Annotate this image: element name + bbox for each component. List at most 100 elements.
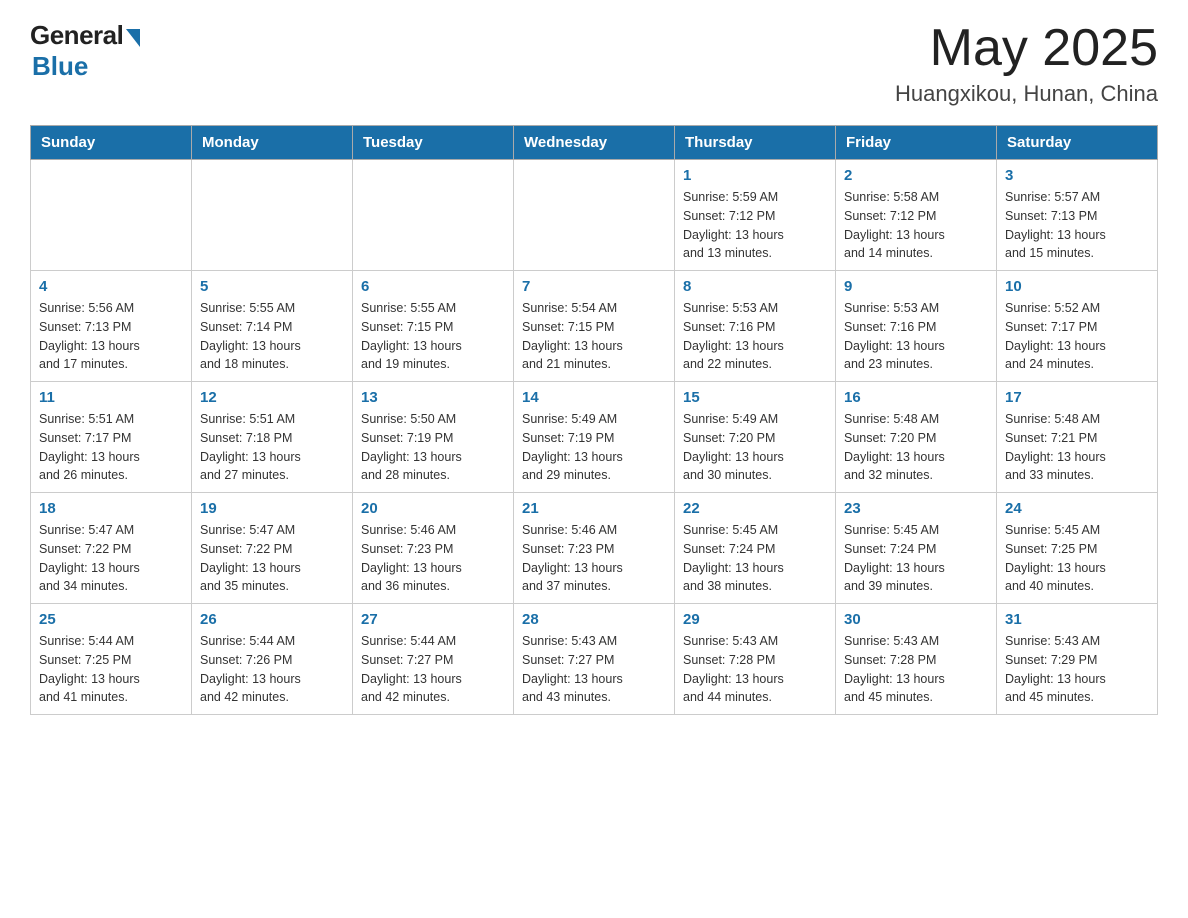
weekday-header-tuesday: Tuesday bbox=[353, 126, 514, 160]
calendar-cell: 29Sunrise: 5:43 AMSunset: 7:28 PMDayligh… bbox=[675, 604, 836, 715]
day-number: 25 bbox=[39, 611, 183, 628]
calendar-cell: 15 Sunrise: 5:49 AMSunset: 7:20 PMDayligh… bbox=[675, 382, 836, 493]
day-info: Sunrise: 5:49 AMSunset: 7:19 PMDaylight:… bbox=[522, 410, 666, 485]
day-info: Sunrise: 5:49 AMSunset: 7:20 PMDaylight:… bbox=[683, 410, 827, 485]
calendar-cell: 8 Sunrise: 5:53 AMSunset: 7:16 PMDaylight… bbox=[675, 271, 836, 382]
calendar-cell: 18 Sunrise: 5:47 AMSunset: 7:22 PMDayligh… bbox=[31, 493, 192, 604]
page-header: General Blue May 2025 Huangxikou, Hunan,… bbox=[30, 20, 1158, 107]
day-number: 31 bbox=[1005, 611, 1149, 628]
calendar-cell: 27Sunrise: 5:44 AMSunset: 7:27 PMDayligh… bbox=[353, 604, 514, 715]
day-info: Sunrise: 5:44 AMSunset: 7:27 PMDaylight:… bbox=[361, 632, 505, 707]
day-info: Sunrise: 5:51 AMSunset: 7:18 PMDaylight:… bbox=[200, 410, 344, 485]
day-info: Sunrise: 5:44 AMSunset: 7:25 PMDaylight:… bbox=[39, 632, 183, 707]
calendar-cell: 5 Sunrise: 5:55 AMSunset: 7:14 PMDaylight… bbox=[192, 271, 353, 382]
day-number: 16 bbox=[844, 389, 988, 406]
calendar-cell bbox=[31, 160, 192, 271]
day-number: 23 bbox=[844, 500, 988, 517]
calendar-cell: 28 Sunrise: 5:43 AMSunset: 7:27 PMDayligh… bbox=[514, 604, 675, 715]
day-info: Sunrise: 5:52 AMSunset: 7:17 PMDaylight:… bbox=[1005, 299, 1149, 374]
calendar-header: SundayMondayTuesdayWednesdayThursdayFrid… bbox=[31, 126, 1158, 160]
day-info: Sunrise: 5:56 AMSunset: 7:13 PMDaylight:… bbox=[39, 299, 183, 374]
calendar-cell bbox=[514, 160, 675, 271]
day-info: Sunrise: 5:53 AMSunset: 7:16 PMDaylight:… bbox=[683, 299, 827, 374]
calendar-table: SundayMondayTuesdayWednesdayThursdayFrid… bbox=[30, 125, 1158, 715]
weekday-header-friday: Friday bbox=[836, 126, 997, 160]
calendar-cell: 9Sunrise: 5:53 AMSunset: 7:16 PMDaylight… bbox=[836, 271, 997, 382]
day-number: 14 bbox=[522, 389, 666, 406]
calendar-cell: 30 Sunrise: 5:43 AMSunset: 7:28 PMDayligh… bbox=[836, 604, 997, 715]
weekday-header-saturday: Saturday bbox=[997, 126, 1158, 160]
calendar-cell: 31Sunrise: 5:43 AMSunset: 7:29 PMDayligh… bbox=[997, 604, 1158, 715]
calendar-week-4: 18 Sunrise: 5:47 AMSunset: 7:22 PMDayligh… bbox=[31, 493, 1158, 604]
day-number: 7 bbox=[522, 278, 666, 295]
calendar-cell: 1 Sunrise: 5:59 AMSunset: 7:12 PMDaylight… bbox=[675, 160, 836, 271]
day-info: Sunrise: 5:54 AMSunset: 7:15 PMDaylight:… bbox=[522, 299, 666, 374]
day-number: 19 bbox=[200, 500, 344, 517]
day-info: Sunrise: 5:55 AMSunset: 7:14 PMDaylight:… bbox=[200, 299, 344, 374]
header-row: SundayMondayTuesdayWednesdayThursdayFrid… bbox=[31, 126, 1158, 160]
calendar-week-5: 25 Sunrise: 5:44 AMSunset: 7:25 PMDayligh… bbox=[31, 604, 1158, 715]
calendar-cell: 22 Sunrise: 5:45 AMSunset: 7:24 PMDayligh… bbox=[675, 493, 836, 604]
day-number: 4 bbox=[39, 278, 183, 295]
logo-blue-text: Blue bbox=[32, 51, 88, 82]
day-number: 15 bbox=[683, 389, 827, 406]
day-info: Sunrise: 5:48 AMSunset: 7:20 PMDaylight:… bbox=[844, 410, 988, 485]
calendar-week-1: 1 Sunrise: 5:59 AMSunset: 7:12 PMDaylight… bbox=[31, 160, 1158, 271]
day-info: Sunrise: 5:46 AMSunset: 7:23 PMDaylight:… bbox=[361, 521, 505, 596]
day-number: 29 bbox=[683, 611, 827, 628]
day-number: 22 bbox=[683, 500, 827, 517]
day-info: Sunrise: 5:58 AMSunset: 7:12 PMDaylight:… bbox=[844, 188, 988, 263]
calendar-cell: 14 Sunrise: 5:49 AMSunset: 7:19 PMDayligh… bbox=[514, 382, 675, 493]
day-number: 17 bbox=[1005, 389, 1149, 406]
calendar-cell: 25 Sunrise: 5:44 AMSunset: 7:25 PMDayligh… bbox=[31, 604, 192, 715]
weekday-header-sunday: Sunday bbox=[31, 126, 192, 160]
calendar-cell: 2 Sunrise: 5:58 AMSunset: 7:12 PMDaylight… bbox=[836, 160, 997, 271]
day-info: Sunrise: 5:59 AMSunset: 7:12 PMDaylight:… bbox=[683, 188, 827, 263]
day-number: 10 bbox=[1005, 278, 1149, 295]
day-number: 28 bbox=[522, 611, 666, 628]
day-info: Sunrise: 5:46 AMSunset: 7:23 PMDaylight:… bbox=[522, 521, 666, 596]
day-number: 5 bbox=[200, 278, 344, 295]
calendar-cell: 11 Sunrise: 5:51 AMSunset: 7:17 PMDayligh… bbox=[31, 382, 192, 493]
logo-general-text: General bbox=[30, 20, 123, 51]
day-info: Sunrise: 5:43 AMSunset: 7:28 PMDaylight:… bbox=[844, 632, 988, 707]
day-info: Sunrise: 5:57 AMSunset: 7:13 PMDaylight:… bbox=[1005, 188, 1149, 263]
calendar-cell: 6 Sunrise: 5:55 AMSunset: 7:15 PMDaylight… bbox=[353, 271, 514, 382]
day-info: Sunrise: 5:48 AMSunset: 7:21 PMDaylight:… bbox=[1005, 410, 1149, 485]
day-info: Sunrise: 5:47 AMSunset: 7:22 PMDaylight:… bbox=[200, 521, 344, 596]
day-info: Sunrise: 5:43 AMSunset: 7:27 PMDaylight:… bbox=[522, 632, 666, 707]
day-number: 12 bbox=[200, 389, 344, 406]
weekday-header-monday: Monday bbox=[192, 126, 353, 160]
location-subtitle: Huangxikou, Hunan, China bbox=[895, 81, 1158, 107]
weekday-header-thursday: Thursday bbox=[675, 126, 836, 160]
calendar-week-3: 11 Sunrise: 5:51 AMSunset: 7:17 PMDayligh… bbox=[31, 382, 1158, 493]
calendar-cell: 10 Sunrise: 5:52 AMSunset: 7:17 PMDayligh… bbox=[997, 271, 1158, 382]
calendar-week-2: 4 Sunrise: 5:56 AMSunset: 7:13 PMDaylight… bbox=[31, 271, 1158, 382]
day-number: 1 bbox=[683, 167, 827, 184]
day-number: 2 bbox=[844, 167, 988, 184]
day-info: Sunrise: 5:53 AMSunset: 7:16 PMDaylight:… bbox=[844, 299, 988, 374]
day-number: 11 bbox=[39, 389, 183, 406]
day-number: 26 bbox=[200, 611, 344, 628]
day-number: 20 bbox=[361, 500, 505, 517]
day-info: Sunrise: 5:47 AMSunset: 7:22 PMDaylight:… bbox=[39, 521, 183, 596]
day-info: Sunrise: 5:45 AMSunset: 7:24 PMDaylight:… bbox=[683, 521, 827, 596]
title-block: May 2025 Huangxikou, Hunan, China bbox=[895, 20, 1158, 107]
day-number: 3 bbox=[1005, 167, 1149, 184]
calendar-cell: 23Sunrise: 5:45 AMSunset: 7:24 PMDayligh… bbox=[836, 493, 997, 604]
calendar-cell: 20 Sunrise: 5:46 AMSunset: 7:23 PMDayligh… bbox=[353, 493, 514, 604]
day-number: 18 bbox=[39, 500, 183, 517]
day-number: 21 bbox=[522, 500, 666, 517]
day-number: 30 bbox=[844, 611, 988, 628]
calendar-cell bbox=[192, 160, 353, 271]
calendar-body: 1 Sunrise: 5:59 AMSunset: 7:12 PMDaylight… bbox=[31, 160, 1158, 715]
day-number: 13 bbox=[361, 389, 505, 406]
day-info: Sunrise: 5:50 AMSunset: 7:19 PMDaylight:… bbox=[361, 410, 505, 485]
day-number: 6 bbox=[361, 278, 505, 295]
day-number: 8 bbox=[683, 278, 827, 295]
day-info: Sunrise: 5:55 AMSunset: 7:15 PMDaylight:… bbox=[361, 299, 505, 374]
day-info: Sunrise: 5:51 AMSunset: 7:17 PMDaylight:… bbox=[39, 410, 183, 485]
day-info: Sunrise: 5:45 AMSunset: 7:25 PMDaylight:… bbox=[1005, 521, 1149, 596]
month-year-title: May 2025 bbox=[895, 20, 1158, 77]
calendar-cell: 16 Sunrise: 5:48 AMSunset: 7:20 PMDayligh… bbox=[836, 382, 997, 493]
